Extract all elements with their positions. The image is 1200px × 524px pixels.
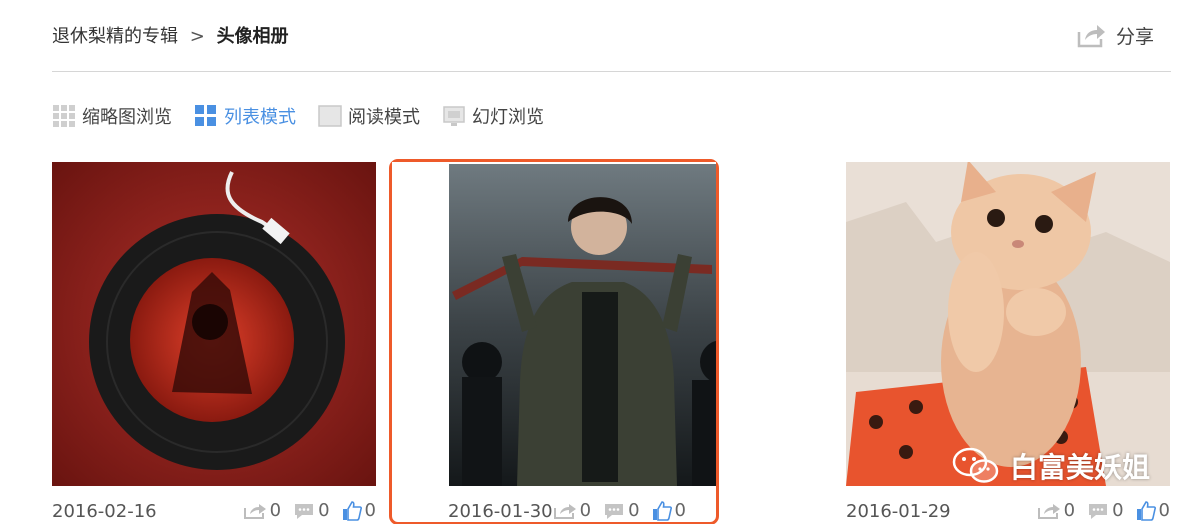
- view-mode-reading[interactable]: 阅读模式: [318, 103, 420, 129]
- share-icon: [1077, 25, 1105, 48]
- comment-icon: [295, 503, 314, 519]
- photo-thumbnail[interactable]: [52, 162, 376, 486]
- comment-icon: [605, 503, 624, 519]
- photo-stats: 0 0 0: [243, 500, 376, 521]
- breadcrumb-parent[interactable]: 退休梨精的专辑: [52, 26, 178, 47]
- photo-date: 2016-01-29: [846, 501, 951, 522]
- share-icon: [553, 503, 576, 519]
- like-count[interactable]: 0: [1136, 500, 1170, 521]
- photo-date: 2016-01-30: [448, 501, 553, 522]
- reading-icon: [318, 105, 342, 127]
- share-button[interactable]: 分享: [1076, 20, 1154, 50]
- share-icon: [243, 503, 266, 519]
- photo-card: 2016-02-16 0 0 0: [52, 162, 376, 522]
- photo-date: 2016-02-16: [52, 501, 157, 522]
- like-count[interactable]: 0: [342, 500, 376, 521]
- breadcrumb: 退休梨精的专辑 > 头像相册: [52, 22, 289, 48]
- photo-meta: 2016-01-29 0 0 0: [846, 498, 1170, 524]
- share-icon: [1037, 503, 1060, 519]
- watermark-text: 白富美妖姐: [1010, 451, 1151, 484]
- share-count[interactable]: 0: [243, 500, 281, 521]
- photo-meta: 2016-01-30 0 0 0: [392, 498, 716, 524]
- breadcrumb-current: 头像相册: [216, 26, 289, 47]
- thumbs-up-icon: [342, 500, 362, 521]
- like-count[interactable]: 0: [652, 500, 686, 521]
- thumbs-up-icon: [1136, 500, 1156, 521]
- breadcrumb-separator: >: [189, 26, 205, 47]
- thumbnail-grid-icon: [53, 105, 75, 127]
- view-mode-list[interactable]: 列表模式: [194, 103, 296, 129]
- photo-stats: 0 0 0: [553, 500, 686, 521]
- view-mode-label: 列表模式: [224, 107, 296, 128]
- photo-card-selected: 2016-01-30 0 0 0: [389, 159, 719, 524]
- wechat-icon: [952, 447, 999, 483]
- view-mode-label: 幻灯浏览: [472, 107, 544, 128]
- comment-icon: [1089, 503, 1108, 519]
- view-mode-toolbar: 缩略图浏览 列表模式 阅读模式 幻灯浏览: [52, 103, 566, 129]
- page-header: 退休梨精的专辑 > 头像相册 分享: [52, 20, 1172, 50]
- share-label: 分享: [1115, 25, 1154, 48]
- header-divider: [52, 71, 1171, 72]
- comment-count[interactable]: 0: [293, 500, 330, 521]
- view-mode-slideshow[interactable]: 幻灯浏览: [442, 103, 544, 129]
- view-mode-label: 阅读模式: [348, 107, 420, 128]
- comment-count[interactable]: 0: [603, 500, 640, 521]
- share-count[interactable]: 0: [1037, 500, 1075, 521]
- photo-stats: 0 0 0: [1037, 500, 1170, 521]
- slideshow-icon: [443, 106, 465, 126]
- share-count[interactable]: 0: [553, 500, 591, 521]
- comment-count[interactable]: 0: [1087, 500, 1124, 521]
- photo-thumbnail[interactable]: [392, 162, 716, 486]
- list-grid-icon: [195, 105, 216, 126]
- thumbs-up-icon: [652, 500, 672, 521]
- view-mode-thumbnail[interactable]: 缩略图浏览: [52, 103, 172, 129]
- photo-thumbnail[interactable]: [846, 162, 1170, 486]
- watermark: 白富美妖姐: [952, 446, 1150, 486]
- view-mode-label: 缩略图浏览: [82, 107, 172, 128]
- photo-meta: 2016-02-16 0 0 0: [52, 498, 376, 524]
